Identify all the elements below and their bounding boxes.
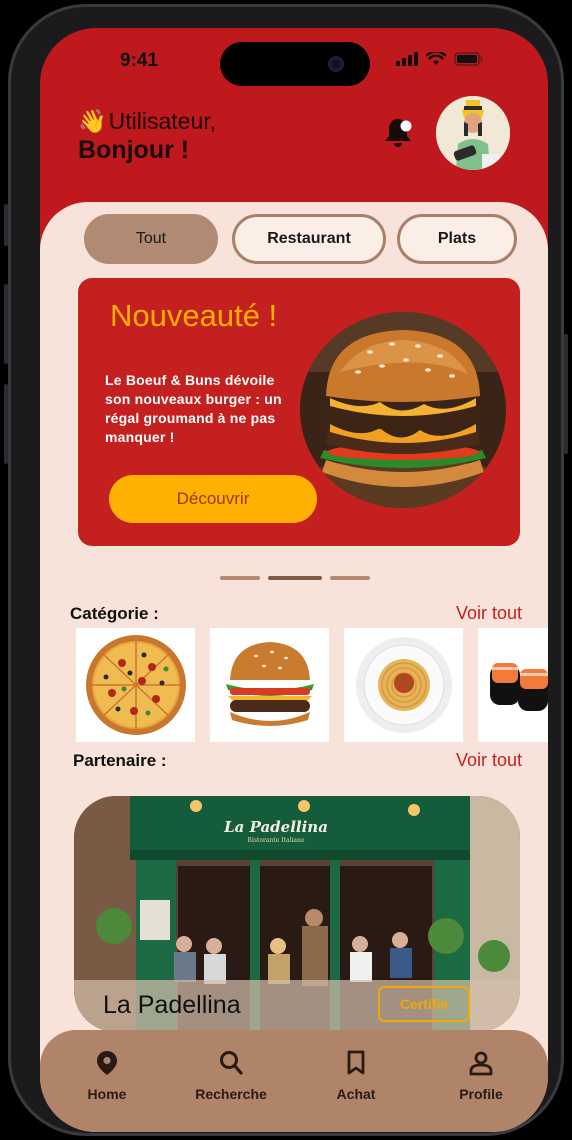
volume-down-button: [4, 384, 8, 464]
burger-thumb-image: [225, 642, 314, 726]
spaghetti-image: [355, 637, 452, 733]
nav-label: Profile: [459, 1086, 503, 1102]
promo-banner[interactable]: Nouveauté ! Le Boeuf & Buns dévoile son …: [78, 278, 520, 546]
greeting-hello: Bonjour !: [78, 136, 190, 164]
category-title: Catégorie :: [70, 604, 159, 623]
promo-title: Nouveauté !: [110, 298, 278, 333]
partner-name: La Padellina: [103, 991, 241, 1019]
wave-emoji: 👋: [78, 108, 107, 134]
greeting-username: Utilisateur,: [108, 108, 217, 134]
nav-purchase[interactable]: Achat: [306, 1050, 406, 1102]
power-button: [564, 334, 568, 454]
bottom-nav: Home Recherche Achat Profile: [40, 1030, 548, 1132]
restaurant-sign-subtext: Ristorante Italiano: [248, 837, 305, 844]
cellular-signal-icon: [396, 52, 418, 66]
category-burger[interactable]: [210, 628, 329, 742]
nav-label: Home: [87, 1086, 127, 1102]
carousel-dot-active[interactable]: [268, 576, 322, 580]
wifi-icon: [426, 52, 446, 65]
nav-profile[interactable]: Profile: [431, 1050, 531, 1102]
user-icon: [469, 1051, 493, 1076]
pizza-image: [85, 635, 186, 735]
sushi-image: [490, 663, 548, 711]
bookmark-icon: [347, 1050, 365, 1075]
category-pizza[interactable]: [76, 628, 195, 742]
nav-search[interactable]: Recherche: [181, 1050, 281, 1102]
nav-home[interactable]: Home: [57, 1050, 157, 1102]
nav-label: Recherche: [195, 1086, 267, 1102]
carousel-indicator: [220, 576, 370, 580]
partner-see-all-link[interactable]: Voir tout: [456, 750, 522, 771]
discover-button[interactable]: Découvrir: [109, 475, 317, 523]
partner-card[interactable]: La Padellina Ristorante Italiano La Pade…: [74, 796, 520, 1032]
filter-label: Restaurant: [267, 230, 351, 247]
search-icon: [220, 1051, 243, 1075]
mute-switch: [4, 204, 8, 246]
burger-image: [300, 312, 506, 508]
greeting: 👋 Utilisateur, Bonjour !: [78, 108, 216, 165]
category-list: [76, 628, 548, 742]
category-spaghetti[interactable]: [344, 628, 463, 742]
status-time: 9:41: [120, 50, 159, 71]
category-see-all-link[interactable]: Voir tout: [456, 603, 522, 624]
restaurant-sign: La Padellina: [223, 818, 328, 836]
battery-icon: [454, 52, 483, 66]
status-icons: [396, 52, 484, 66]
screen: 9:41 👋 Utilisateur, Bonjour ! Tout Resta…: [40, 28, 548, 1132]
partner-title: Partenaire :: [73, 751, 167, 770]
filter-plats[interactable]: Plats: [397, 214, 517, 264]
main-content: Tout Restaurant Plats Nouveauté ! Le Boe…: [40, 202, 548, 1132]
phone-frame: 9:41 👋 Utilisateur, Bonjour ! Tout Resta…: [4, 4, 568, 1136]
front-camera: [328, 56, 344, 72]
category-sushi[interactable]: [478, 628, 548, 742]
certified-badge: Certifié: [378, 986, 470, 1022]
avatar-illustration: [436, 96, 510, 170]
nav-label: Achat: [336, 1086, 376, 1102]
filter-tout[interactable]: Tout: [84, 214, 218, 264]
filter-label: Tout: [135, 230, 167, 247]
promo-description: Le Boeuf & Buns dévoile son nouveaux bur…: [105, 372, 282, 445]
volume-up-button: [4, 284, 8, 364]
dynamic-island: [220, 42, 370, 86]
avatar[interactable]: [436, 96, 510, 170]
filter-label: Plats: [437, 230, 477, 247]
status-bar: 9:41: [40, 28, 548, 98]
filter-restaurant[interactable]: Restaurant: [232, 214, 386, 264]
carousel-dot[interactable]: [330, 576, 370, 580]
discover-label: Découvrir: [176, 489, 250, 508]
carousel-dot[interactable]: [220, 576, 260, 580]
bell-icon[interactable]: [382, 116, 414, 150]
location-pin-icon: [97, 1051, 117, 1075]
